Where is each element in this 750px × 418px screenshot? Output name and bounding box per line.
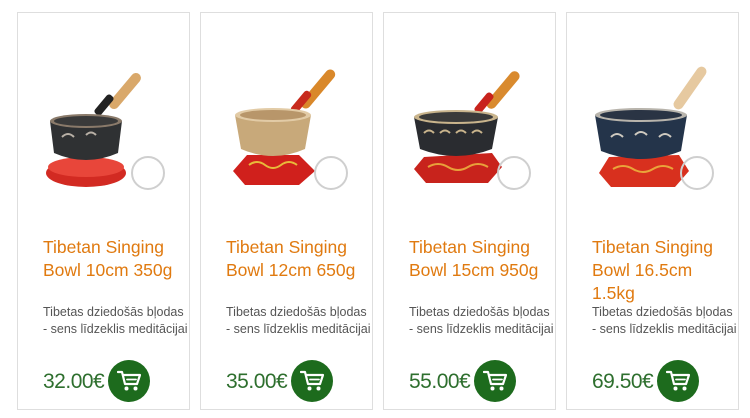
product-image-singing-bowl[interactable] <box>408 49 532 203</box>
add-to-cart-button[interactable] <box>474 360 516 402</box>
product-price: 35.00€ <box>226 370 288 393</box>
product-price: 32.00€ <box>43 370 105 393</box>
product-image-singing-bowl[interactable] <box>42 49 166 203</box>
product-card[interactable]: Tibetan Singing Bowl 12cm 650g Tibetas d… <box>200 12 373 410</box>
add-to-cart-button[interactable] <box>657 360 699 402</box>
product-description: Tibetas dziedošās bļodas - sens līdzekli… <box>592 305 737 336</box>
cart-icon <box>666 370 690 391</box>
product-card[interactable]: Tibetan Singing Bowl 10cm 350g Tibetas d… <box>17 12 190 410</box>
cart-icon <box>483 370 507 391</box>
add-to-cart-button[interactable] <box>291 360 333 402</box>
cart-icon <box>300 370 324 391</box>
product-title[interactable]: Tibetan Singing Bowl 15cm 950g <box>409 236 555 282</box>
product-price: 55.00€ <box>409 370 471 393</box>
product-title[interactable]: Tibetan Singing Bowl 10cm 350g <box>43 236 189 282</box>
product-title[interactable]: Tibetan Singing Bowl 12cm 650g <box>226 236 372 282</box>
cart-icon <box>117 370 141 391</box>
product-description: Tibetas dziedošās bļodas - sens līdzekli… <box>226 305 371 336</box>
product-image-singing-bowl[interactable] <box>591 49 715 203</box>
add-to-cart-button[interactable] <box>108 360 150 402</box>
product-image-singing-bowl[interactable] <box>225 49 349 203</box>
product-description: Tibetas dziedošās bļodas - sens līdzekli… <box>43 305 188 336</box>
product-title[interactable]: Tibetan Singing Bowl 16.5cm 1.5kg <box>592 236 738 305</box>
product-card[interactable]: Tibetan Singing Bowl 15cm 950g Tibetas d… <box>383 12 556 410</box>
product-price: 69.50€ <box>592 370 654 393</box>
product-description: Tibetas dziedošās bļodas - sens līdzekli… <box>409 305 554 336</box>
product-card[interactable]: Tibetan Singing Bowl 16.5cm 1.5kg Tibeta… <box>566 12 739 410</box>
